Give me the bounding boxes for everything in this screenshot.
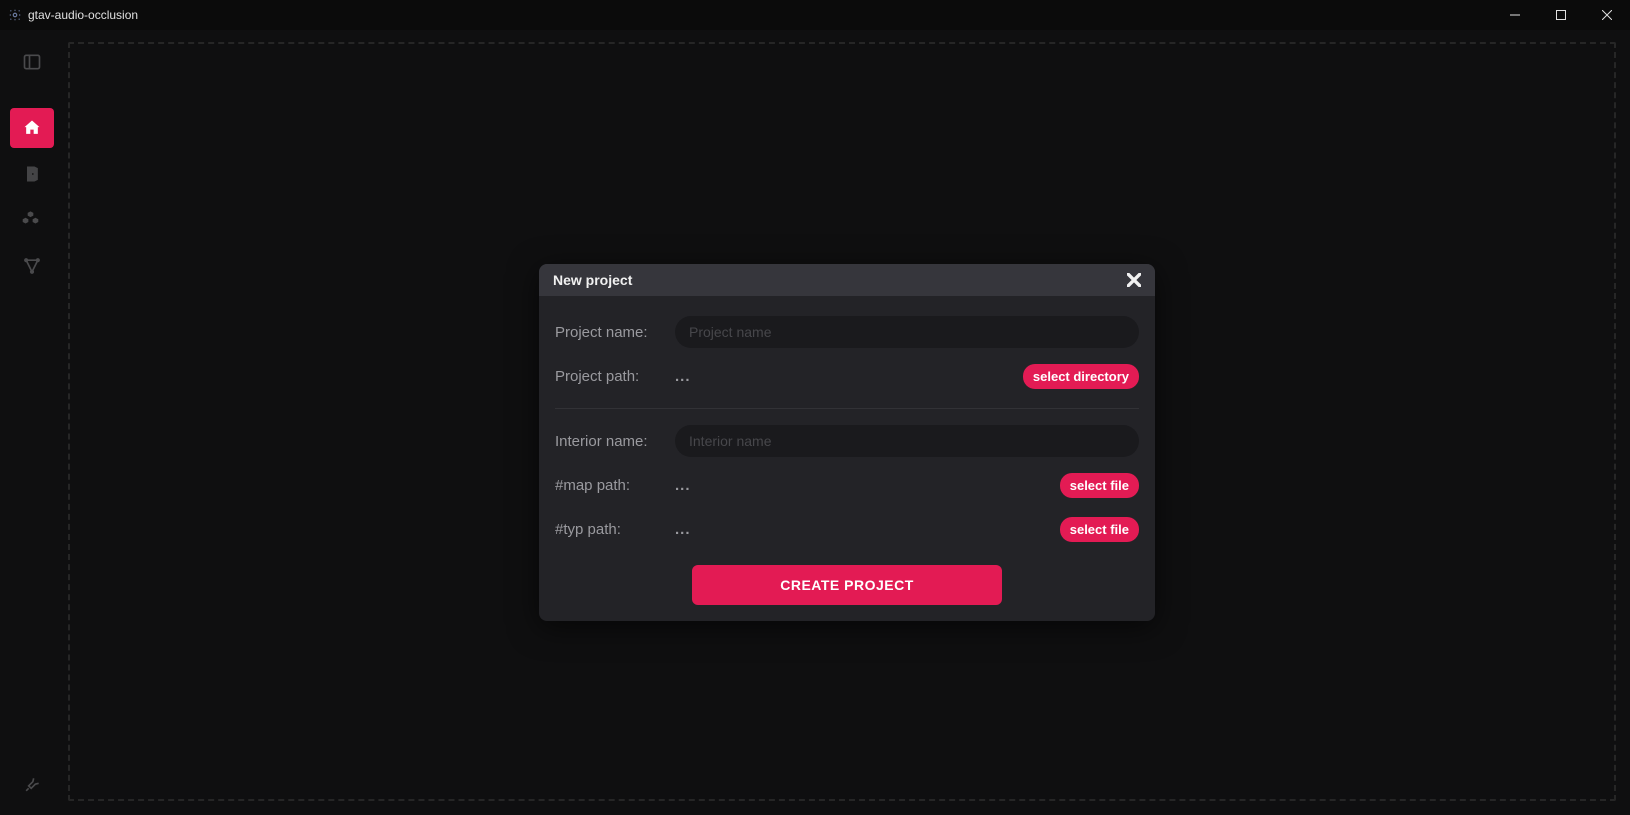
new-project-modal: New project Project name: Project path: … — [539, 264, 1155, 621]
project-name-input[interactable] — [675, 316, 1139, 348]
app-icon — [8, 8, 22, 22]
project-name-label: Project name: — [555, 324, 665, 341]
select-typ-file-button[interactable]: select file — [1060, 517, 1139, 542]
select-directory-button[interactable]: select directory — [1023, 364, 1139, 389]
sidebar-item-door[interactable] — [10, 154, 54, 194]
typ-path-label: #typ path: — [555, 521, 665, 538]
sidebar — [0, 30, 64, 815]
create-project-button[interactable]: CREATE PROJECT — [692, 565, 1002, 605]
divider — [555, 408, 1139, 409]
modal-close-button[interactable] — [1127, 273, 1141, 287]
window-titlebar: gtav-audio-occlusion — [0, 0, 1630, 30]
modal-title: New project — [553, 272, 632, 288]
sidebar-item-home[interactable] — [10, 108, 54, 148]
sidebar-item-nodes[interactable] — [10, 246, 54, 286]
sidebar-item-cubes[interactable] — [10, 200, 54, 240]
typ-path-value: ... — [675, 521, 1050, 538]
sidebar-item-panel[interactable] — [10, 42, 54, 82]
map-path-value: ... — [675, 477, 1050, 494]
select-map-file-button[interactable]: select file — [1060, 473, 1139, 498]
sidebar-item-settings[interactable] — [10, 765, 54, 805]
project-path-value: ... — [675, 368, 1013, 385]
window-maximize-button[interactable] — [1538, 0, 1584, 30]
window-title: gtav-audio-occlusion — [28, 8, 138, 22]
map-path-label: #map path: — [555, 477, 665, 494]
interior-name-input[interactable] — [675, 425, 1139, 457]
interior-name-label: Interior name: — [555, 433, 665, 450]
window-close-button[interactable] — [1584, 0, 1630, 30]
project-path-label: Project path: — [555, 368, 665, 385]
window-minimize-button[interactable] — [1492, 0, 1538, 30]
